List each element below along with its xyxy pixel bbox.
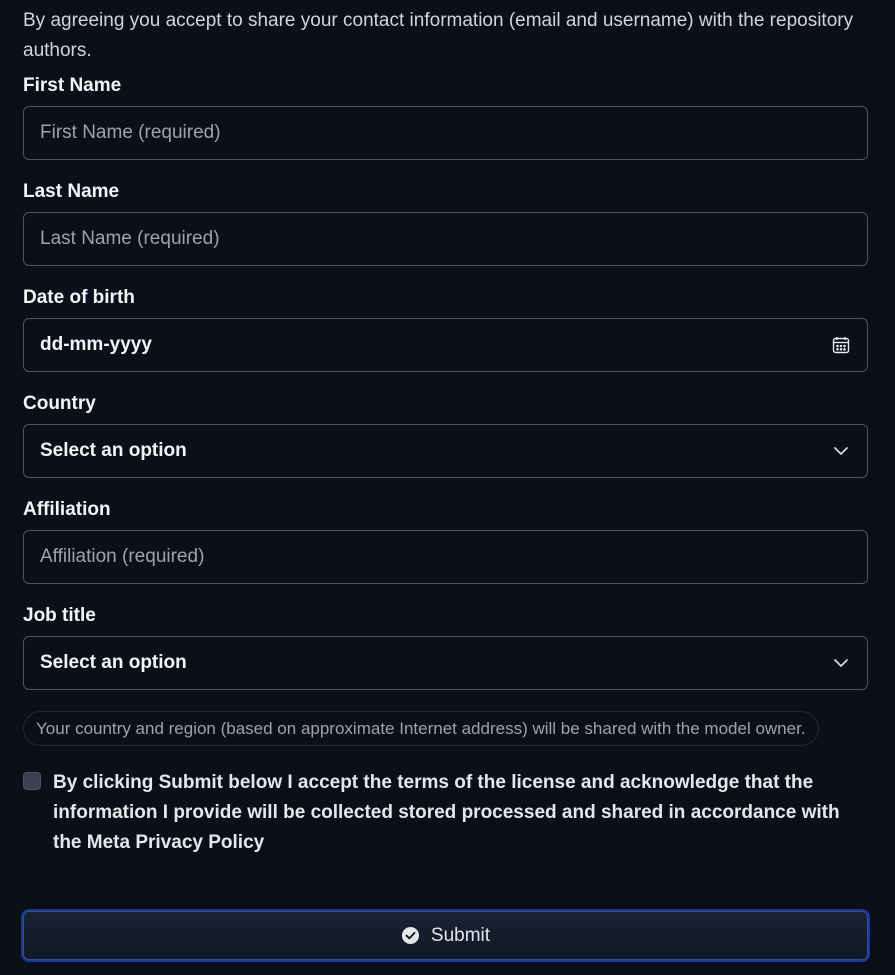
- job-title-select[interactable]: Select an option: [23, 636, 868, 690]
- consent-checkbox[interactable]: [23, 772, 41, 790]
- consent-text: By clicking Submit below I accept the te…: [53, 772, 840, 853]
- affiliation-field: Affiliation: [23, 497, 868, 584]
- first-name-field: First Name: [23, 73, 868, 160]
- last-name-field: Last Name: [23, 179, 868, 266]
- job-title-selected-value: Select an option: [40, 652, 187, 673]
- submit-label: Submit: [430, 924, 491, 946]
- country-field: Country Select an option: [23, 391, 868, 478]
- gated-access-form: By agreeing you accept to share your con…: [0, 0, 895, 975]
- dob-value: dd-mm-yyyy: [40, 334, 152, 355]
- country-select[interactable]: Select an option: [23, 424, 868, 478]
- country-selected-value: Select an option: [40, 440, 187, 461]
- affiliation-control: [23, 530, 868, 584]
- job-title-label: Job title: [23, 605, 96, 626]
- dob-label: Date of birth: [23, 287, 135, 308]
- calendar-icon[interactable]: [831, 335, 851, 355]
- chevron-down-icon: [831, 441, 851, 461]
- first-name-label: First Name: [23, 75, 122, 96]
- submit-button[interactable]: Submit: [21, 909, 870, 962]
- country-label: Country: [23, 393, 96, 414]
- first-name-control: [23, 106, 868, 160]
- dob-input[interactable]: dd-mm-yyyy: [23, 318, 868, 372]
- affiliation-input[interactable]: [24, 531, 867, 583]
- last-name-label: Last Name: [23, 181, 120, 202]
- consent-row: By clicking Submit below I accept the te…: [23, 768, 867, 858]
- last-name-control: [23, 212, 868, 266]
- last-name-input[interactable]: [24, 213, 867, 265]
- check-circle-icon: [401, 926, 421, 946]
- region-share-notice: Your country and region (based on approx…: [23, 711, 819, 746]
- affiliation-label: Affiliation: [23, 499, 111, 520]
- intro-text: By agreeing you accept to share your con…: [23, 10, 854, 61]
- first-name-input[interactable]: [24, 107, 867, 159]
- chevron-down-icon: [831, 653, 851, 673]
- job-title-field: Job title Select an option: [23, 603, 868, 690]
- dob-field: Date of birth dd-mm-yyyy: [23, 285, 868, 372]
